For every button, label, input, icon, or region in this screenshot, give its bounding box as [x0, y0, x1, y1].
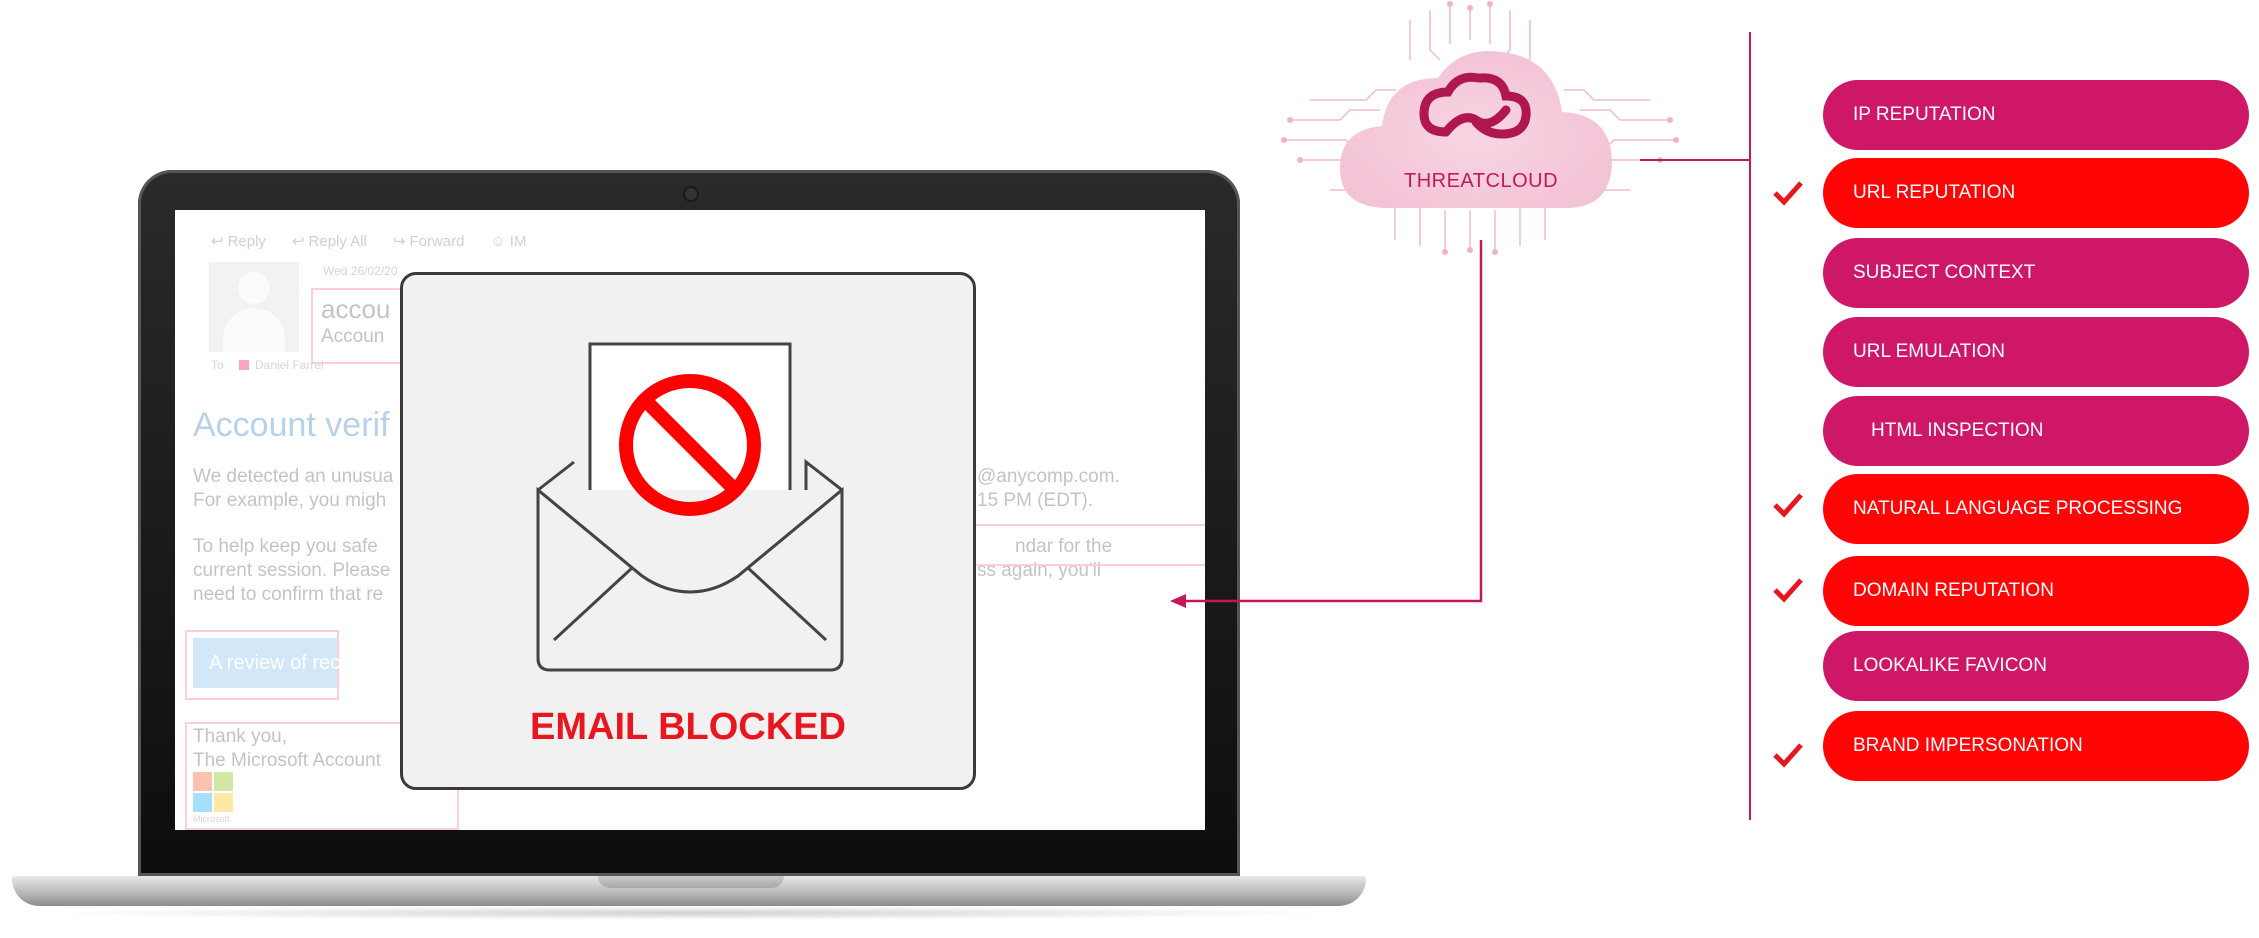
to-label: To [211, 358, 224, 372]
email-heading: Account verif [193, 406, 390, 444]
threatcloud-label: THREATCLOUD [1403, 170, 1559, 192]
check-html-inspection: HTML INSPECTION [1823, 396, 2249, 466]
recipient-chip-icon [239, 360, 249, 370]
email-body-line: current session. Please [193, 560, 391, 581]
signature: The Microsoft Account [193, 750, 381, 771]
email-body-line: We detected an unusua [193, 466, 394, 487]
recipient-name: Daniel Farrel [255, 358, 324, 372]
checkmark-icon [1773, 493, 1803, 518]
reply-all-icon: ↩ [291, 233, 305, 250]
check-url-emulation: URL EMULATION [1823, 317, 2249, 387]
reply-button[interactable]: ↩ Reply [211, 232, 266, 251]
checkmark-icon [1773, 743, 1803, 768]
laptop-shadow [40, 906, 1340, 920]
email-body-line: @anycomp.com. [977, 466, 1120, 487]
sender-name: accou [321, 294, 391, 324]
webcam [685, 188, 697, 200]
check-ip-reputation: IP REPUTATION [1823, 80, 2249, 150]
forward-icon: ↪ [392, 233, 406, 250]
check-natural-language-processing: NATURAL LANGUAGE PROCESSING [1823, 474, 2249, 544]
check-brand-impersonation: BRAND IMPERSONATION [1823, 711, 2249, 781]
check-domain-reputation: DOMAIN REPUTATION [1823, 556, 2249, 626]
signoff: Thank you, [193, 726, 287, 747]
check-url-reputation: URL REPUTATION [1823, 158, 2249, 228]
reply-all-button[interactable]: ↩ Reply All [291, 232, 367, 251]
connector-line [1640, 159, 1750, 161]
email-body-line: 15 PM (EDT). [977, 490, 1094, 511]
review-button-label: A review of recent act [209, 652, 401, 674]
logo-label: Microsoft [193, 814, 230, 824]
forward-button[interactable]: ↪ Forward [392, 232, 465, 251]
laptop-notch [598, 876, 784, 888]
checkmark-icon [1773, 181, 1803, 206]
email-toolbar: ↩ Reply ↩ Reply All ↪ Forward ☺ IM [211, 232, 526, 251]
reply-icon: ↩ [211, 233, 224, 250]
email-body-line: To help keep you safe [193, 536, 378, 557]
checks-bracket-line [1749, 32, 1751, 820]
sender-subject: Accoun [321, 326, 385, 347]
avatar-head-icon [238, 272, 270, 304]
email-blocked-label: EMAIL BLOCKED [530, 706, 846, 748]
threatcloud-icon [1281, 1, 1679, 255]
email-body-line: For example, you migh [193, 490, 387, 511]
blocked-envelope-icon [536, 342, 844, 672]
email-body-line: need to confirm that re [193, 584, 384, 605]
im-button[interactable]: ☺ IM [490, 232, 526, 250]
microsoft-logo-icon [193, 772, 233, 812]
suspicious-text-highlight [961, 524, 1205, 566]
check-lookalike-favicon: LOOKALIKE FAVICON [1823, 631, 2249, 701]
chat-icon: ☺ [490, 232, 506, 250]
checkmark-icon [1773, 578, 1803, 603]
email-date: Wed 26/02/20 [323, 264, 398, 278]
check-subject-context: SUBJECT CONTEXT [1823, 238, 2249, 308]
